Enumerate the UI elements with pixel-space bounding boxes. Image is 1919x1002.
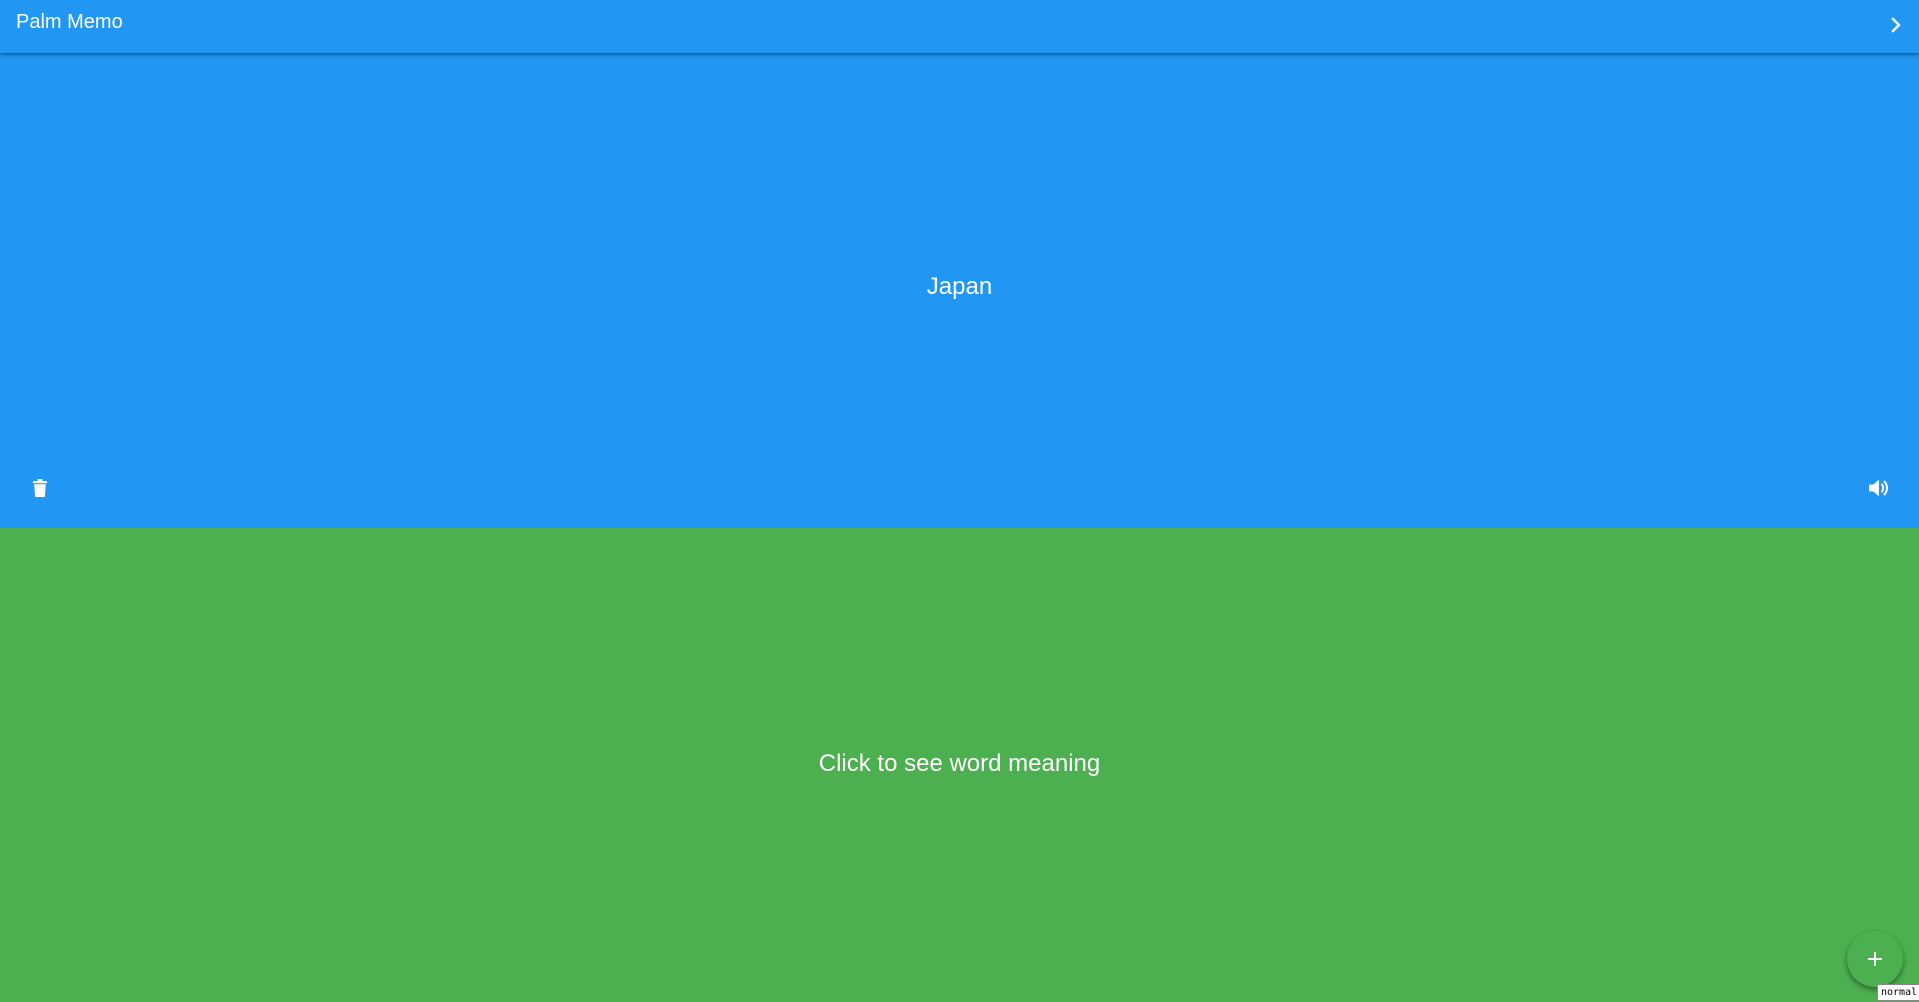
- speaker-icon: [1869, 479, 1888, 497]
- delete-button[interactable]: [26, 474, 54, 502]
- chevron-right-icon: [1891, 17, 1901, 33]
- palm-memo-app: Japan Click to see word meaning Palm Mem…: [0, 0, 1919, 1002]
- meaning-prompt: Click to see word meaning: [818, 750, 1101, 777]
- meaning-card[interactable]: Click to see word meaning: [0, 528, 1919, 1002]
- word-text: Japan: [926, 273, 993, 300]
- mode-indicator: normal: [1877, 984, 1919, 1001]
- add-word-button[interactable]: [1847, 931, 1903, 987]
- app-bar: Palm Memo: [0, 0, 1919, 53]
- app-title: Palm Memo: [16, 11, 123, 33]
- trash-icon: [33, 479, 47, 497]
- next-button[interactable]: [1885, 13, 1907, 37]
- speak-button[interactable]: [1865, 474, 1895, 502]
- plus-icon: [1868, 952, 1882, 966]
- word-card: Japan: [0, 0, 1919, 528]
